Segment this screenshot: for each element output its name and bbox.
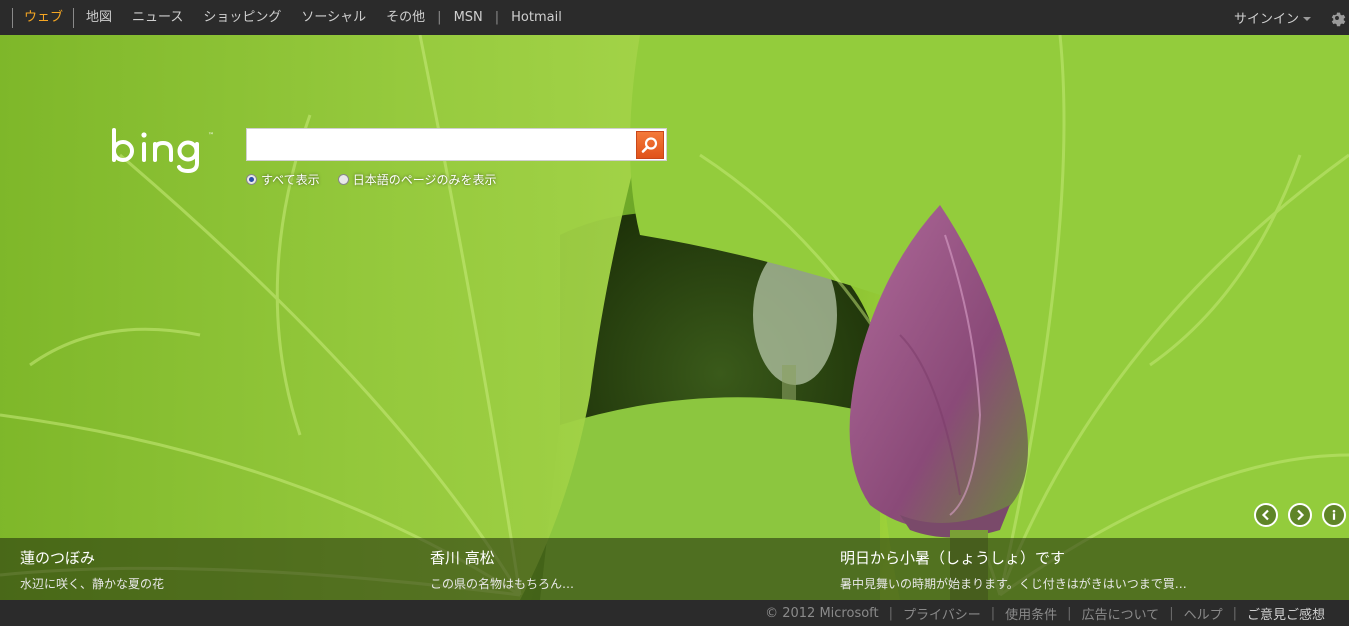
bing-logo-icon[interactable]: ™ (108, 127, 236, 173)
nav-news[interactable]: ニュース (122, 0, 193, 35)
image-info-button[interactable] (1322, 503, 1346, 527)
scope-all-label: すべて表示 (261, 173, 320, 187)
footer-feedback-link[interactable]: ご意見ご感想 (1237, 604, 1335, 623)
nav-separator: | (494, 10, 500, 25)
radio-unselected[interactable] (337, 174, 349, 185)
nav-social[interactable]: ソーシャル (291, 0, 376, 35)
hotspot-subtitle: 水辺に咲く、静かな夏の花 (20, 577, 165, 591)
footer-terms-link[interactable]: 使用条件 (995, 604, 1067, 623)
hotspot-subtitle: 暑中見舞いの時期が始まります。くじ付きはがきはいつまで買… (840, 577, 1187, 591)
nav-maps[interactable]: 地図 (76, 0, 122, 35)
hotspot-title: 蓮のつぼみ (20, 549, 96, 567)
footer-privacy-link[interactable]: プライバシー (893, 604, 991, 623)
hotspot-3[interactable]: 明日から小暑（しょうしょ）です 暑中見舞いの時期が始まります。くじ付きはがきはい… (840, 538, 1187, 600)
chevron-right-icon (1297, 509, 1305, 521)
nav-separator: | (437, 10, 442, 25)
lotus-leaf-background (0, 35, 1349, 600)
hotspot-2[interactable]: 香川 高松 この県の名物はもちろん… (430, 538, 574, 600)
chevron-left-icon (1261, 509, 1269, 521)
radio-selected[interactable] (246, 174, 257, 185)
nav-hotmail[interactable]: Hotmail (501, 0, 572, 35)
top-navigation-bar: ウェブ 地図 ニュース ショッピング ソーシャル その他 | MSN | Hot… (0, 0, 1349, 35)
previous-image-button[interactable] (1254, 503, 1278, 527)
scope-all-option[interactable]: すべて表示 (246, 171, 320, 188)
chevron-down-icon (1303, 17, 1311, 21)
search-box (246, 128, 667, 161)
hotspot-subtitle: この県の名物はもちろん… (430, 577, 575, 591)
scope-japanese-option[interactable]: 日本語のページのみを表示 (337, 171, 497, 188)
nav-web[interactable]: ウェブ (12, 7, 75, 28)
search-input[interactable] (247, 129, 636, 160)
hotspot-title: 明日から小暑（しょうしょ）です (840, 549, 1066, 567)
hotspot-title: 香川 高松 (430, 549, 495, 567)
nav-msn[interactable]: MSN (444, 0, 493, 35)
info-icon (1332, 509, 1336, 520)
search-scope: すべて表示 日本語のページのみを表示 (246, 171, 496, 188)
footer-advertise-link[interactable]: 広告について (1072, 604, 1170, 623)
vertical-nav: ウェブ 地図 ニュース ショッピング ソーシャル その他 | MSN | Hot… (0, 0, 572, 35)
gear-icon[interactable] (1328, 9, 1346, 27)
next-image-button[interactable] (1288, 503, 1312, 527)
magnifier-icon (641, 136, 658, 153)
footer-help-link[interactable]: ヘルプ (1174, 604, 1233, 623)
search-button[interactable] (636, 130, 664, 159)
nav-more[interactable]: その他 (376, 0, 435, 35)
hotspot-caption-strip: 蓮のつぼみ 水辺に咲く、静かな夏の花 香川 高松 この県の名物はもちろん… 明日… (0, 538, 1349, 600)
hero-background-image: ™ すべて表示 日本語のページのみを表示 蓮のつぼみ 水辺に咲く、静かな夏の花 … (0, 35, 1349, 600)
hotspot-1[interactable]: 蓮のつぼみ 水辺に咲く、静かな夏の花 (20, 538, 164, 600)
svg-text:™: ™ (208, 132, 214, 139)
signin-label: サインイン (1233, 12, 1299, 27)
footer: © 2012 Microsoft | プライバシー | 使用条件 | 広告につい… (0, 600, 1349, 626)
scope-japanese-label: 日本語のページのみを表示 (352, 173, 497, 187)
footer-copyright: © 2012 Microsoft (765, 605, 879, 621)
nav-shopping[interactable]: ショッピング (193, 0, 291, 35)
